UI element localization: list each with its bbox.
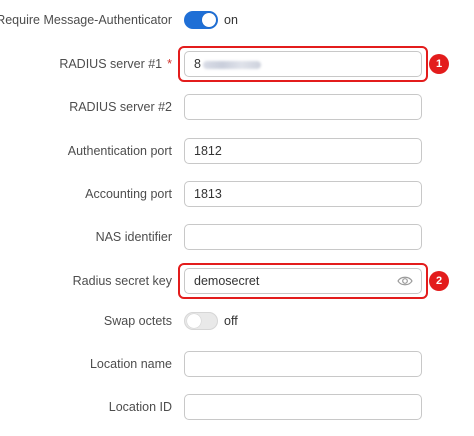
toggle-knob bbox=[202, 13, 216, 27]
nas-identifier-input[interactable] bbox=[184, 224, 422, 250]
swap-octets-label: Swap octets bbox=[103, 314, 172, 328]
radius-server-2-input[interactable] bbox=[184, 94, 422, 120]
annotation-badge-2: 2 bbox=[429, 271, 449, 291]
accounting-port-label: Accounting port bbox=[85, 187, 172, 201]
location-name-row: Location name bbox=[0, 346, 474, 382]
nas-identifier-label: NAS identifier bbox=[95, 230, 172, 244]
location-id-row: Location ID bbox=[0, 389, 474, 425]
require-message-authenticator-state: on bbox=[224, 13, 238, 27]
location-name-input[interactable] bbox=[184, 351, 422, 377]
radius-server-1-label: RADIUS server #1 * bbox=[59, 57, 172, 71]
accounting-port-input[interactable]: 1813 bbox=[184, 181, 422, 207]
nas-identifier-row: NAS identifier bbox=[0, 219, 474, 255]
annotation-badge-1: 1 bbox=[429, 54, 449, 74]
require-message-authenticator-label: Require Message-Authenticator bbox=[0, 13, 172, 27]
radius-server-2-row: RADIUS server #2 bbox=[0, 89, 474, 125]
highlight-box-1 bbox=[178, 46, 428, 82]
swap-octets-toggle[interactable] bbox=[184, 312, 218, 330]
authentication-port-row: Authentication port 1812 bbox=[0, 133, 474, 169]
authentication-port-input[interactable]: 1812 bbox=[184, 138, 422, 164]
accounting-port-row: Accounting port 1813 bbox=[0, 176, 474, 212]
location-id-input[interactable] bbox=[184, 394, 422, 420]
radius-secret-key-row: Radius secret key demosecret 2 bbox=[0, 263, 474, 299]
radius-server-1-label-text: RADIUS server #1 bbox=[59, 57, 163, 71]
location-name-label: Location name bbox=[89, 357, 172, 371]
swap-octets-row: Swap octets off bbox=[0, 303, 474, 339]
require-message-authenticator-toggle[interactable] bbox=[184, 11, 218, 29]
required-asterisk: * bbox=[167, 57, 172, 71]
radius-secret-key-label: Radius secret key bbox=[72, 274, 172, 288]
swap-octets-state: off bbox=[224, 314, 238, 328]
authentication-port-label: Authentication port bbox=[67, 144, 172, 158]
radius-server-1-row: RADIUS server #1 * 8 1 bbox=[0, 46, 474, 82]
location-id-label: Location ID bbox=[108, 400, 172, 414]
radius-server-2-label: RADIUS server #2 bbox=[69, 100, 172, 114]
require-message-authenticator-row: Require Message-Authenticator on bbox=[0, 2, 474, 38]
toggle-knob bbox=[187, 314, 201, 328]
highlight-box-2 bbox=[178, 263, 428, 299]
